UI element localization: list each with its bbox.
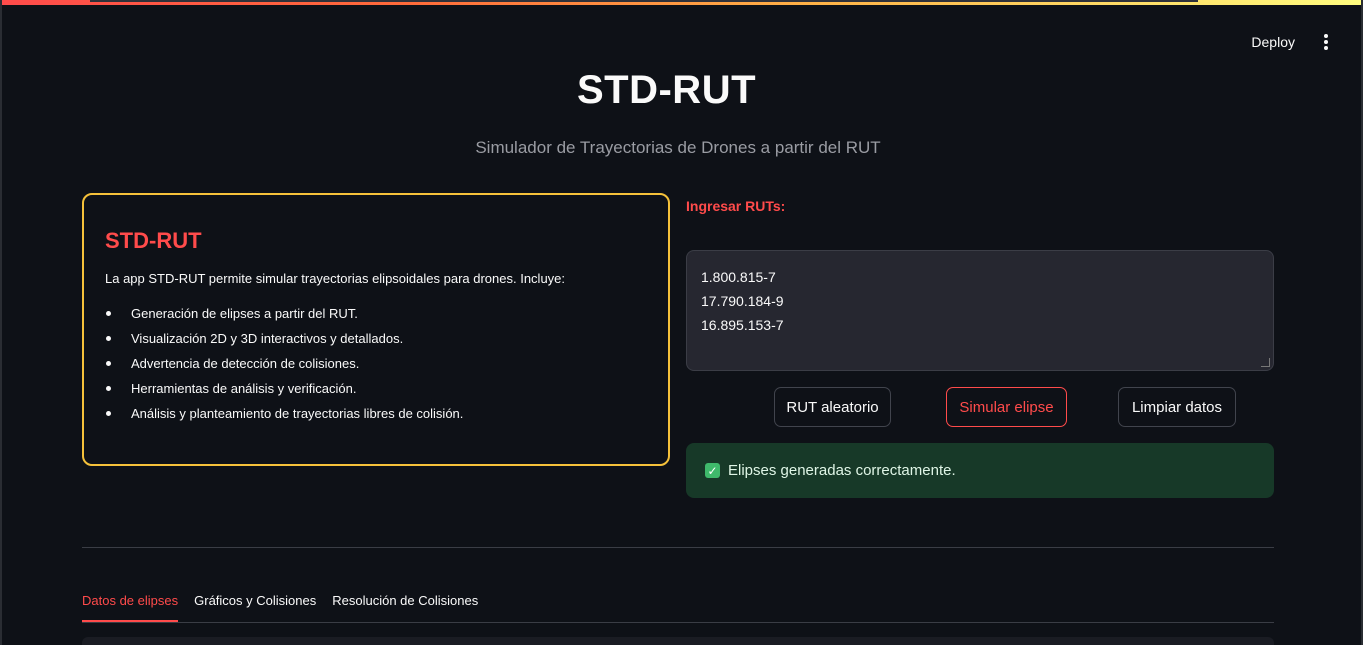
vertical-ellipsis-icon[interactable] (1319, 32, 1333, 52)
tab-ellipse-data[interactable]: Datos de elipses (82, 590, 179, 622)
tab-collision-resolution[interactable]: Resolución de Colisiones (332, 590, 478, 618)
rut-line: 1.800.815-7 (701, 269, 776, 285)
app-page: Deploy STD-RUT Simulador de Trayectorias… (0, 0, 1363, 645)
random-rut-button[interactable]: RUT aleatorio (774, 387, 891, 427)
clear-data-button[interactable]: Limpiar datos (1118, 387, 1236, 427)
rut-textarea[interactable]: 1.800.815-7 17.790.184-9 16.895.153-7 (686, 250, 1274, 371)
check-box-icon: ✓ (705, 463, 720, 478)
rut-line: 17.790.184-9 (701, 293, 784, 309)
feature-item: Advertencia de detección de colisiones. (105, 351, 463, 376)
success-message: Elipses generadas correctamente. (728, 462, 956, 479)
info-card-description: La app STD-RUT permite simular trayector… (105, 271, 566, 286)
info-card: STD-RUT La app STD-RUT permite simular t… (82, 193, 670, 466)
simulate-ellipse-button[interactable]: Simular elipse (946, 387, 1067, 427)
feature-item: Herramientas de análisis y verificación. (105, 376, 463, 401)
header-toolbar: Deploy (1245, 30, 1333, 54)
tab-graphs-collisions[interactable]: Gráficos y Colisiones (194, 590, 316, 618)
section-divider (82, 547, 1274, 548)
tab-bar: Datos de elipses Gráficos y Colisiones R… (82, 590, 1274, 623)
tab-content-panel (82, 637, 1274, 645)
feature-item: Visualización 2D y 3D interactivos y det… (105, 326, 463, 351)
feature-list: Generación de elipses a partir del RUT. … (105, 301, 463, 426)
success-alert: ✓ Elipses generadas correctamente. (686, 443, 1274, 498)
page-subtitle: Simulador de Trayectorias de Drones a pa… (475, 138, 881, 157)
page-title: STD-RUT (576, 68, 757, 112)
rut-line: 16.895.153-7 (701, 317, 784, 333)
rut-input-label: Ingresar RUTs: (686, 198, 786, 214)
feature-item: Generación de elipses a partir del RUT. (105, 301, 463, 326)
resize-handle[interactable] (1261, 358, 1270, 367)
feature-item: Análisis y planteamiento de trayectorias… (105, 401, 463, 426)
info-card-heading: STD-RUT (105, 228, 202, 253)
deploy-button[interactable]: Deploy (1245, 30, 1301, 54)
top-shade (90, 0, 1198, 2)
